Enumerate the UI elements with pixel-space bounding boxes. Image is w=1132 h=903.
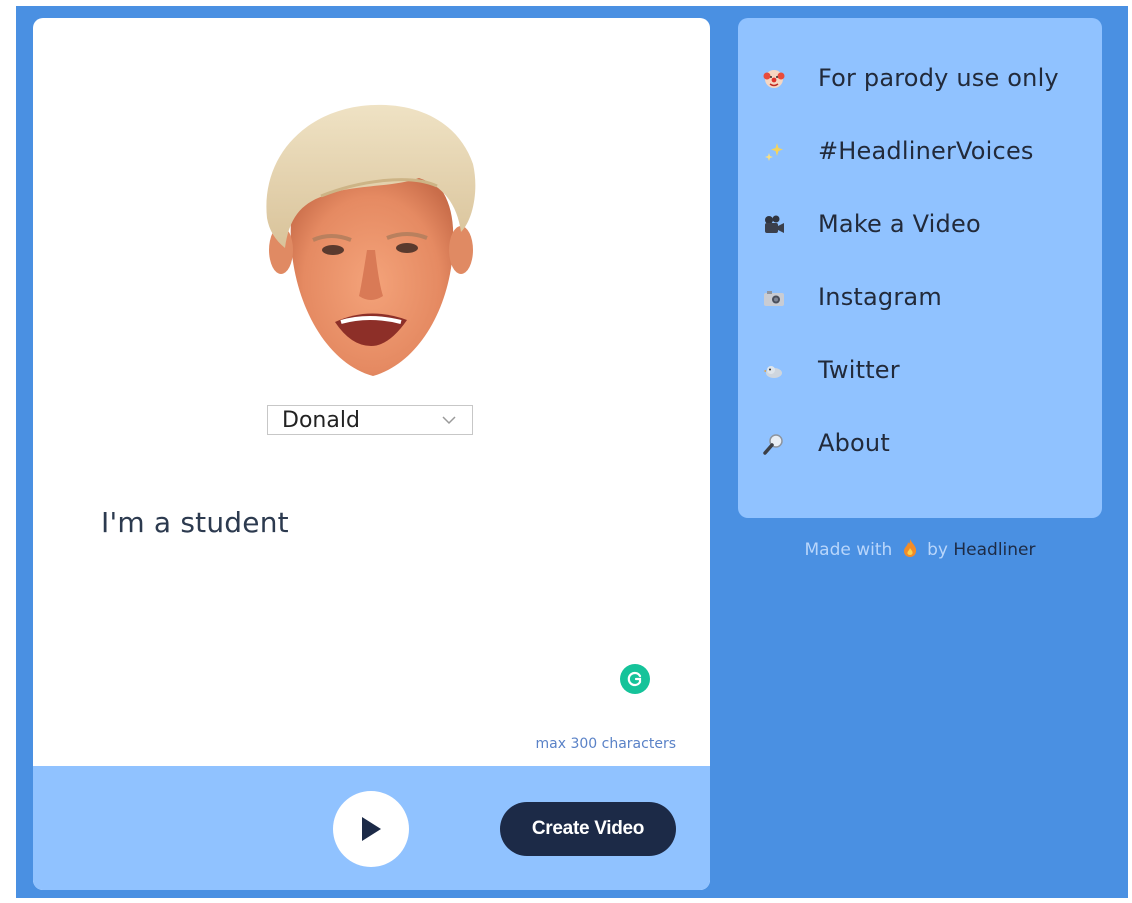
voice-card: Donald I'm a student max 300 characters …	[33, 18, 710, 890]
grammarly-g-icon	[627, 671, 642, 687]
menu-item-headliner-voices[interactable]: #HeadlinerVoices	[738, 137, 1102, 210]
menu-item-instagram[interactable]: Instagram	[738, 283, 1102, 356]
grammarly-icon[interactable]	[620, 664, 650, 694]
side-menu: For parody use only #HeadlinerVoices Mak…	[738, 18, 1102, 518]
voice-select[interactable]: Donald	[267, 405, 473, 435]
card-footer: Create Video	[33, 766, 710, 890]
char-limit-note: max 300 characters	[535, 736, 676, 752]
menu-label: #HeadlinerVoices	[818, 137, 1034, 165]
menu-label: Instagram	[818, 283, 942, 311]
menu-item-about[interactable]: About	[738, 429, 1102, 502]
camera-icon	[763, 287, 785, 309]
app-background: Donald I'm a student max 300 characters …	[16, 6, 1128, 898]
script-input[interactable]: I'm a student	[101, 506, 661, 706]
play-icon	[362, 817, 381, 841]
credit-prefix: Made with	[804, 540, 893, 560]
menu-item-parody[interactable]: For parody use only	[738, 64, 1102, 137]
menu-label: About	[818, 429, 890, 457]
sparkles-icon	[763, 141, 785, 163]
fire-icon	[903, 539, 916, 557]
footer-credit: Made with by Headliner	[738, 538, 1102, 560]
create-video-button[interactable]: Create Video	[500, 802, 676, 856]
menu-label: For parody use only	[818, 64, 1059, 92]
clown-icon	[763, 68, 785, 90]
voice-select-value: Donald	[282, 407, 360, 433]
headliner-link[interactable]: Headliner	[953, 540, 1035, 560]
credit-middle: by	[927, 540, 948, 560]
menu-item-twitter[interactable]: Twitter	[738, 356, 1102, 429]
menu-item-make-video[interactable]: Make a Video	[738, 210, 1102, 283]
magnifier-icon	[763, 433, 785, 455]
chevron-down-icon	[442, 416, 456, 425]
menu-label: Twitter	[818, 356, 900, 384]
play-button[interactable]	[333, 791, 409, 867]
menu-list: For parody use only #HeadlinerVoices Mak…	[738, 64, 1102, 502]
movie-camera-icon	[763, 214, 785, 236]
face-portrait	[266, 104, 476, 376]
menu-label: Make a Video	[818, 210, 981, 238]
bird-icon	[763, 360, 785, 382]
